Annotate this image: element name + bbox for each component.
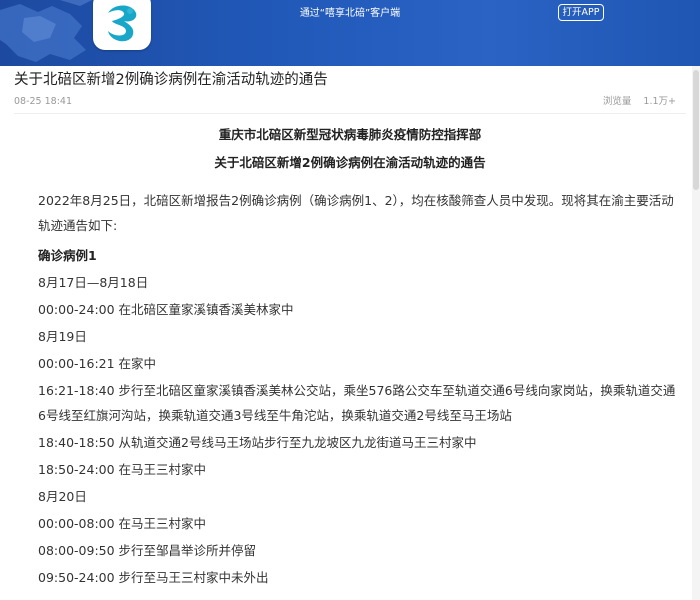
publish-time: 08-25 18:41 <box>14 96 73 107</box>
view-count-value: 1.1万+ <box>643 96 676 107</box>
case-1-label: 确诊病例1 <box>38 248 97 263</box>
timeline-entry: 09:50-24:00 步行至马王三村家中未外出 <box>38 570 269 585</box>
document-title-heading: 关于北碚区新增2例确诊病例在渝活动轨迹的通告 <box>214 155 486 170</box>
header-divider <box>14 113 686 114</box>
intro-paragraph: 2022年8月25日，北碚区新增报告2例确诊病例（确诊病例1、2），均在核酸筛查… <box>38 193 674 233</box>
timeline-entry: 08:00-09:50 步行至邹昌举诊所并停留 <box>38 543 257 558</box>
app-download-banner[interactable]: 通过“嘻享北碚”客户端 打开APP <box>0 0 700 66</box>
article-title: 关于北碚区新增2例确诊病例在渝活动轨迹的通告 <box>14 72 328 88</box>
timeline-entry: 00:00-16:21 在家中 <box>38 356 157 371</box>
timeline-entry: 16:21-18:40 步行至北碚区童家溪镇香溪美林公交站，乘坐576路公交车至… <box>38 383 676 423</box>
timeline-entry: 18:40-18:50 从轨道交通2号线马王场站步行至九龙坡区九龙街道马王三村家… <box>38 435 477 450</box>
timeline-entry: 00:00-24:00 在北碚区童家溪镇香溪美林家中 <box>38 302 294 317</box>
view-count-label: 浏览量 <box>602 96 632 107</box>
view-count: 浏览量 1.1万+ <box>603 95 676 109</box>
beibei-app-logo-icon <box>93 0 151 50</box>
timeline-entry: 18:50-24:00 在马王三村家中 <box>38 462 207 477</box>
timeline-date: 8月19日 <box>38 329 87 344</box>
document-issuer-heading: 重庆市北碚区新型冠状病毒肺炎疫情防控指挥部 <box>218 127 482 142</box>
timeline-date: 8月20日 <box>38 489 87 504</box>
banner-promo-text: 通过“嘻享北碚”客户端 <box>299 8 401 19</box>
open-app-button[interactable]: 打开APP <box>558 4 604 21</box>
timeline-entry: 00:00-08:00 在马王三村家中 <box>38 516 207 531</box>
timeline-date: 8月17日—8月18日 <box>38 275 149 290</box>
